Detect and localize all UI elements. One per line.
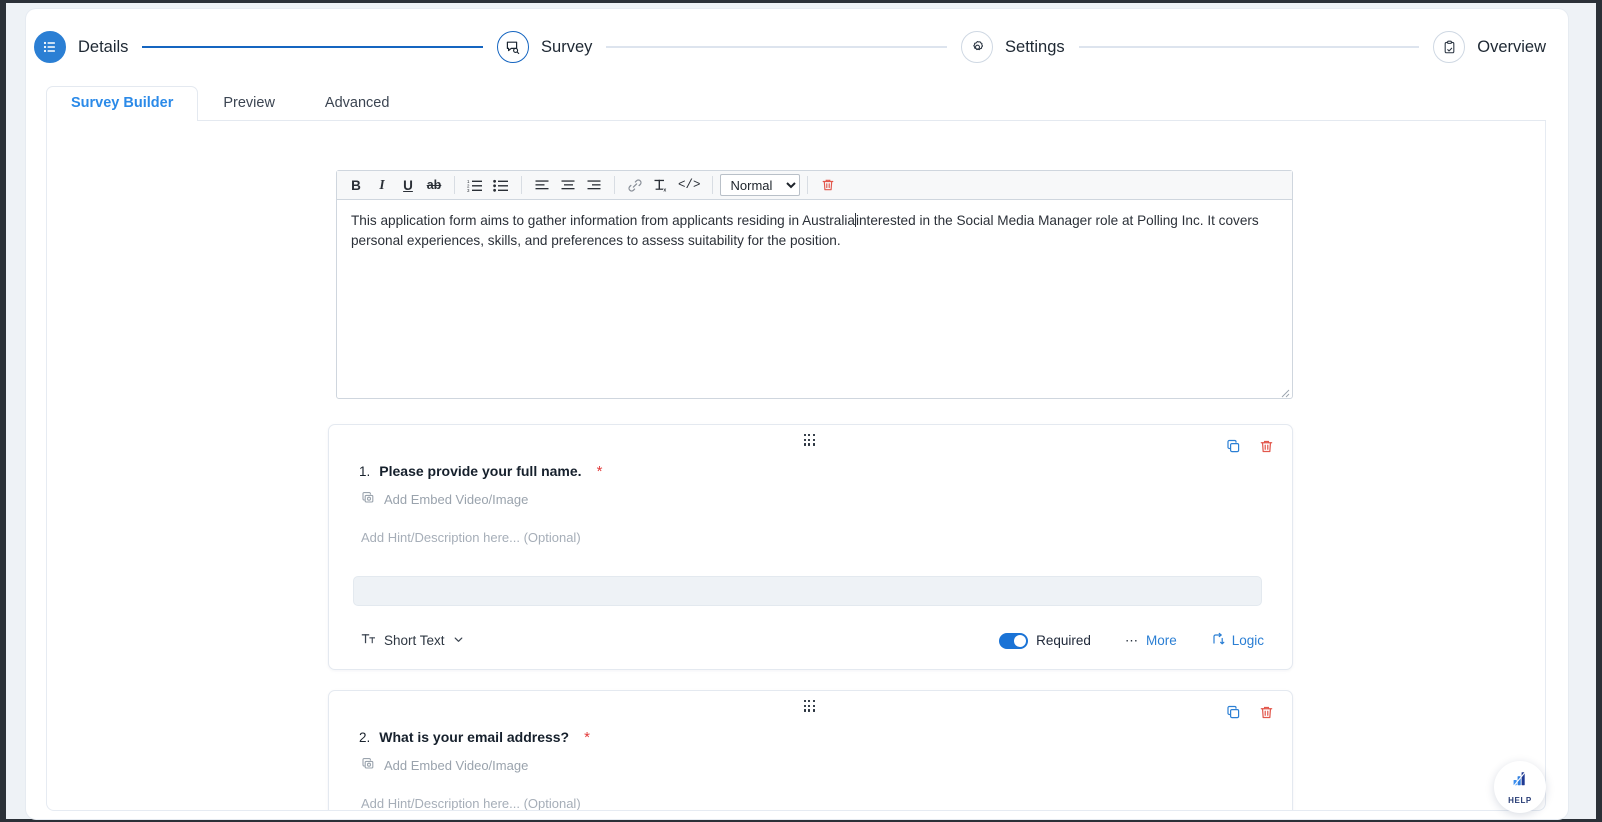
stepper-label-settings: Settings <box>1005 37 1065 56</box>
hint-input-1[interactable]: Add Hint/Description here... (Optional) <box>329 508 1292 545</box>
align-left-icon[interactable] <box>529 173 555 197</box>
gear-icon <box>961 31 994 63</box>
stepper-step-settings[interactable]: Settings <box>961 31 1065 63</box>
text-style-select[interactable]: Normal <box>719 174 800 196</box>
tab-survey-builder[interactable]: Survey Builder <box>46 86 199 121</box>
help-label: HELP <box>1508 795 1532 805</box>
bold-button[interactable]: B <box>343 173 369 197</box>
stepper-step-overview[interactable]: Overview <box>1433 31 1546 63</box>
list-icon <box>34 31 66 63</box>
tab-bar: Survey Builder Preview Advanced <box>46 85 1546 121</box>
embed-label: Add Embed Video/Image <box>384 758 529 773</box>
editor-resize-handle[interactable] <box>1278 384 1290 398</box>
embed-media-icon <box>361 491 375 508</box>
question-text[interactable]: Please provide your full name. <box>379 463 581 479</box>
question-card-2: 2. What is your email address? * Add Emb… <box>328 690 1293 810</box>
align-right-icon[interactable] <box>581 173 607 197</box>
more-label: More <box>1145 633 1177 648</box>
code-button[interactable]: </> <box>674 173 705 197</box>
svg-text:x: x <box>663 187 666 192</box>
strikethrough-button[interactable]: ab <box>421 173 447 197</box>
bullet-list-icon[interactable] <box>488 173 514 197</box>
trash-icon[interactable] <box>1259 705 1274 720</box>
stepper-connector-2 <box>606 46 948 48</box>
question-number: 2. <box>359 730 371 745</box>
stepper-label-survey: Survey <box>541 37 593 56</box>
question-card-1: 1. Please provide your full name. * Add … <box>328 424 1293 670</box>
logic-button-1[interactable]: Logic <box>1211 632 1264 649</box>
stepper-step-survey[interactable]: Survey <box>497 31 592 63</box>
answer-preview-input-1[interactable] <box>353 576 1262 606</box>
help-chart-icon <box>1509 770 1531 795</box>
question-card-actions-2 <box>1226 705 1274 720</box>
align-center-icon[interactable] <box>555 173 581 197</box>
survey-builder-panel: B I U ab 1 2 3 x </> Normal This applica… <box>46 121 1546 811</box>
stepper-connector-1 <box>142 46 484 48</box>
stepper-connector-3 <box>1078 46 1420 48</box>
clear-format-icon[interactable]: x <box>648 173 674 197</box>
required-asterisk: * <box>584 729 590 746</box>
drag-handle-icon[interactable] <box>803 700 818 712</box>
description-editor: B I U ab 1 2 3 x </> Normal This applica… <box>336 170 1293 399</box>
required-label: Required <box>1036 633 1091 648</box>
question-number: 1. <box>359 464 371 479</box>
description-text-before-caret: This application form aims to gather inf… <box>351 213 855 228</box>
toolbar-divider-4 <box>711 176 713 194</box>
stepper: Details Survey Settings Overview <box>26 9 1568 85</box>
toolbar-divider-2 <box>521 176 522 194</box>
toolbar-divider-1 <box>454 176 455 194</box>
italic-button[interactable]: I <box>369 173 395 197</box>
screenshot-frame: Details Survey Settings Overview Survey … <box>0 0 1602 822</box>
trash-icon[interactable] <box>815 173 841 197</box>
required-asterisk: * <box>596 463 603 480</box>
question-text[interactable]: What is your email address? <box>379 729 569 745</box>
chevron-down-icon <box>453 633 464 648</box>
copy-icon[interactable] <box>1226 439 1241 454</box>
toolbar-divider-5 <box>806 176 808 194</box>
hint-input-2[interactable]: Add Hint/Description here... (Optional) <box>329 774 1292 810</box>
add-embed-button-2[interactable]: Add Embed Video/Image <box>329 746 1292 774</box>
question-type-label: Short Text <box>384 633 445 648</box>
logic-label: Logic <box>1231 633 1264 648</box>
clipboard-check-icon <box>1433 31 1466 63</box>
stepper-label-overview: Overview <box>1477 37 1547 56</box>
embed-label: Add Embed Video/Image <box>384 492 529 507</box>
ordered-list-icon[interactable]: 1 2 3 <box>462 173 488 197</box>
trash-icon[interactable] <box>1259 439 1274 454</box>
question-footer-actions-1: Required ⋯ More Logic <box>999 632 1264 649</box>
link-icon[interactable] <box>622 173 648 197</box>
embed-media-icon <box>361 757 375 774</box>
text-format-icon <box>361 632 376 649</box>
copy-icon[interactable] <box>1226 705 1241 720</box>
editor-toolbar: B I U ab 1 2 3 x </> Normal <box>337 171 1292 200</box>
toggle-switch <box>999 632 1029 649</box>
stepper-label-details: Details <box>78 37 129 56</box>
drag-handle-icon[interactable] <box>803 434 818 446</box>
more-button-1[interactable]: ⋯ More <box>1125 633 1177 649</box>
tab-advanced[interactable]: Advanced <box>300 86 415 121</box>
logic-branch-icon <box>1211 632 1225 649</box>
question-type-dropdown-1[interactable]: Short Text <box>361 632 464 649</box>
svg-text:3: 3 <box>467 188 470 193</box>
question-card-actions-1 <box>1226 439 1274 454</box>
survey-icon <box>497 31 530 63</box>
description-textarea[interactable]: This application form aims to gather inf… <box>337 200 1292 398</box>
help-button[interactable]: HELP <box>1494 761 1546 813</box>
dots-horizontal-icon: ⋯ <box>1124 632 1139 648</box>
underline-button[interactable]: U <box>395 173 421 197</box>
tab-preview[interactable]: Preview <box>198 86 300 121</box>
required-toggle-1[interactable]: Required <box>999 632 1091 649</box>
add-embed-button-1[interactable]: Add Embed Video/Image <box>329 480 1292 508</box>
stepper-step-details[interactable]: Details <box>34 31 128 63</box>
app-page: Details Survey Settings Overview Survey … <box>26 9 1568 819</box>
question-footer-1: Short Text Required ⋯ More Logic <box>329 606 1292 669</box>
toolbar-divider-3 <box>614 176 615 194</box>
